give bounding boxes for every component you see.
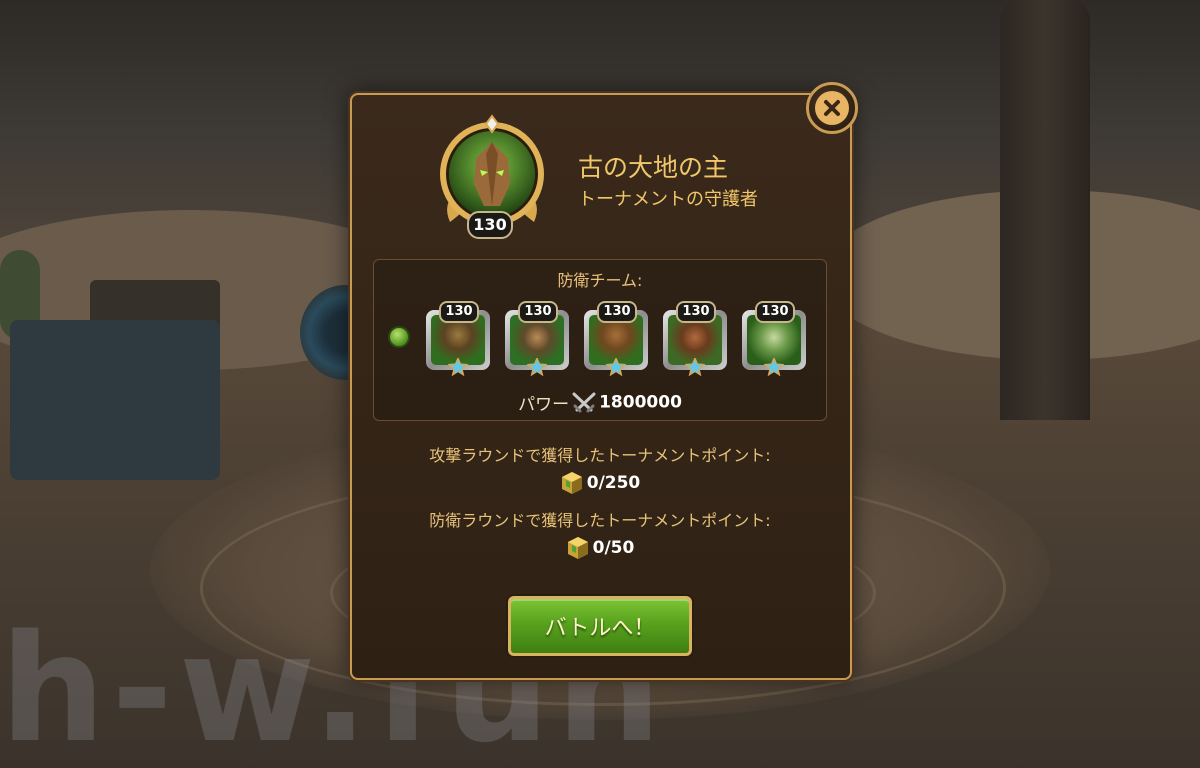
nature-element-icon: [388, 326, 410, 348]
hero-level-badge: 130: [518, 301, 558, 323]
defense-points-row: 0/50: [350, 536, 850, 560]
power-value: 1800000: [599, 392, 682, 413]
hero-level-badge: 130: [755, 301, 795, 323]
hero-level-badge: 130: [439, 301, 479, 323]
tower: [1000, 0, 1090, 420]
star-icon: [448, 358, 468, 376]
star-icon: [685, 358, 705, 376]
hero-level-badge: 130: [597, 301, 637, 323]
star-icon: [764, 358, 784, 376]
house: [10, 320, 220, 480]
tournament-point-cube-icon: [561, 472, 582, 494]
battle-button[interactable]: バトルへ！: [508, 596, 692, 656]
star-icon: [606, 358, 626, 376]
hero-slot[interactable]: 130: [424, 301, 494, 376]
attack-points-label: 攻撃ラウンドで獲得したトーナメントポイント:: [429, 446, 771, 465]
defense-points-value: 0/50: [592, 538, 635, 558]
hero-level-badge: 130: [676, 301, 716, 323]
battle-button-label: バトルへ！: [544, 616, 656, 641]
tournament-point-cube-icon: [567, 537, 588, 559]
hero-slot[interactable]: 130: [503, 301, 573, 376]
team-power-row: パワー 1800000: [373, 390, 827, 415]
attack-points-row: 0/250: [350, 471, 850, 495]
boss-name: 古の大地の主: [578, 153, 729, 182]
defense-team-label: 防衛チーム:: [557, 271, 643, 290]
hero-slot[interactable]: 130: [740, 301, 810, 376]
boss-subtitle: トーナメントの守護者: [578, 189, 758, 210]
crossed-swords-icon: [572, 392, 596, 412]
boss-level-badge: 130: [467, 211, 513, 239]
power-label: パワー: [518, 395, 570, 415]
defense-points-label: 防衛ラウンドで獲得したトーナメントポイント:: [429, 511, 771, 530]
hero-slot[interactable]: 130: [582, 301, 652, 376]
close-icon: [815, 91, 849, 125]
close-button[interactable]: [806, 82, 858, 134]
hero-slot[interactable]: 130: [661, 301, 731, 376]
attack-points-value: 0/250: [586, 473, 641, 493]
star-icon: [527, 358, 547, 376]
